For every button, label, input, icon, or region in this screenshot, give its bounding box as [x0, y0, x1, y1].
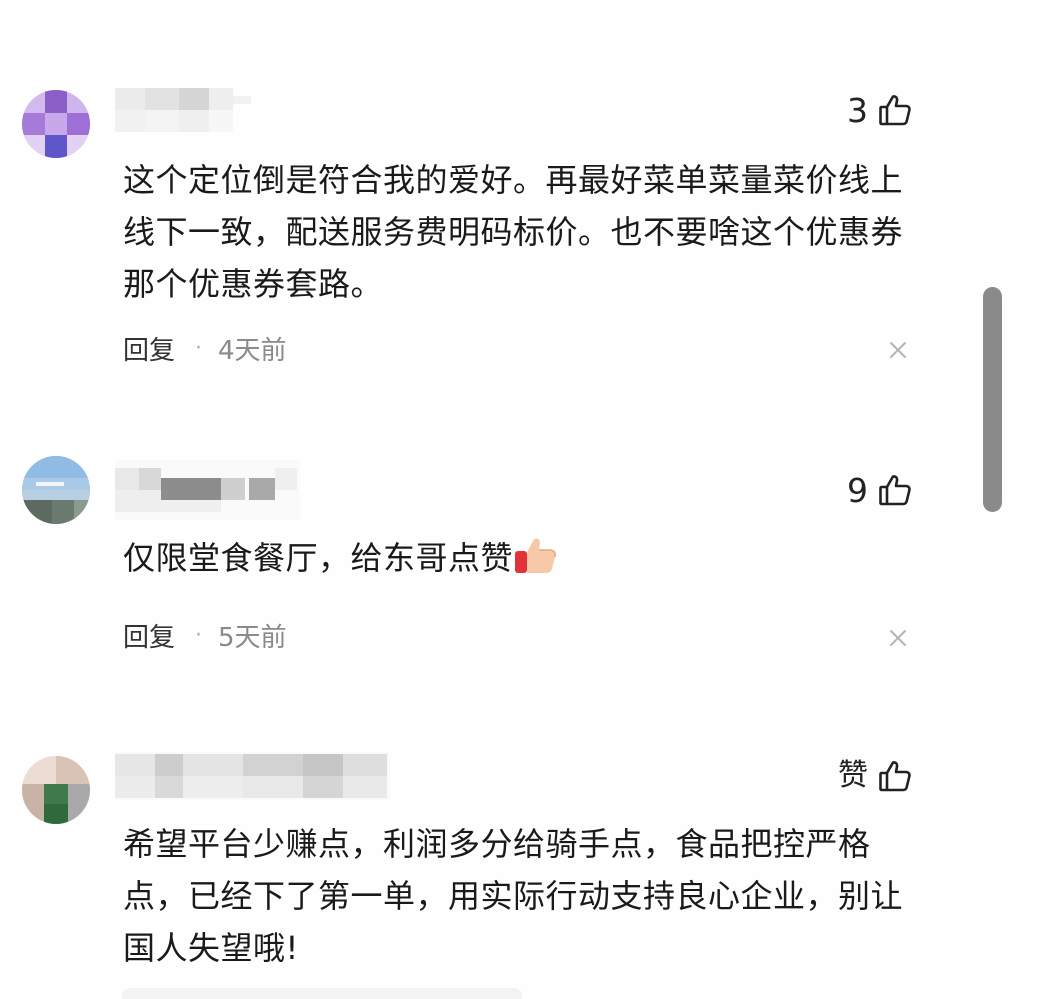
comment-item: 赞 希望平台少赚点，利润多分给骑手点，食品把控严格点，已经下了第一单，用实际行动…	[0, 0, 960, 999]
like-count: 赞	[838, 758, 868, 793]
avatar[interactable]	[22, 756, 90, 824]
thumbs-up-outline-icon	[878, 759, 912, 793]
like-button[interactable]: 赞	[838, 754, 912, 798]
scrollbar-thumb[interactable]	[983, 287, 1002, 512]
next-comment-edge	[122, 988, 522, 999]
comment-text: 希望平台少赚点，利润多分给骑手点，食品把控严格点，已经下了第一单，用实际行动支持…	[123, 825, 904, 967]
comment-list: 3 这个定位倒是符合我的爱好。再最好菜单菜量菜价线上线下一致，配送服务费明码标价…	[0, 0, 1056, 999]
username-blurred[interactable]	[115, 752, 390, 800]
